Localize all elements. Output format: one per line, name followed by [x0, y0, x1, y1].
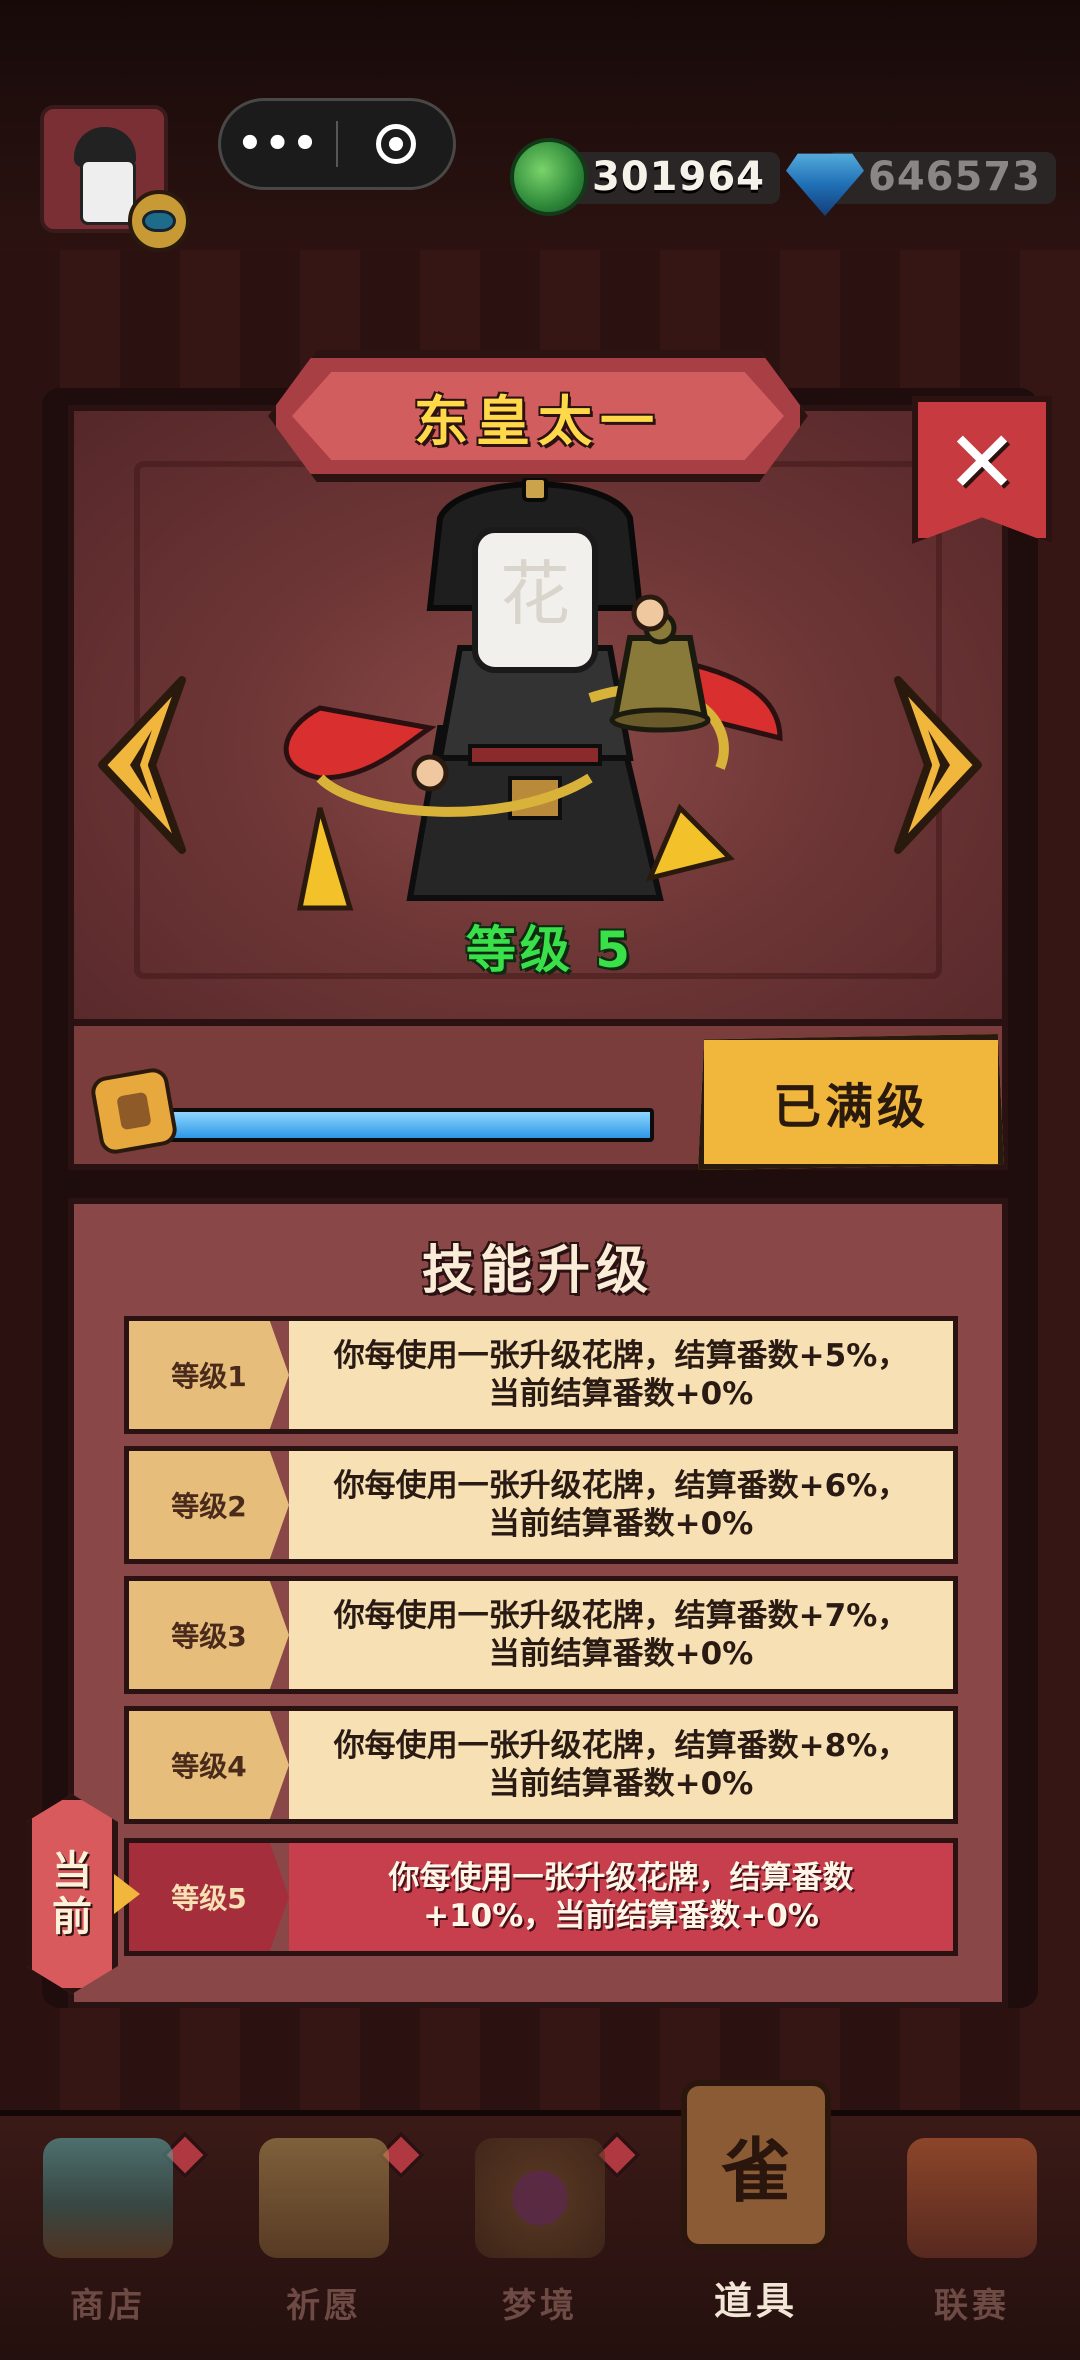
mahjong-tile-icon: 雀 [681, 2080, 831, 2250]
nav-item-league[interactable]: 联赛 [864, 2110, 1080, 2354]
skill-level-tag: 等级5 [129, 1843, 289, 1951]
nav-label: 祈愿 [286, 2286, 362, 2326]
character-name: 东皇太一 [414, 389, 662, 453]
more-button[interactable]: ••• [221, 121, 336, 167]
skill-row-3: 等级3 你每使用一张升级花牌，结算番数+7%， 当前结算番数+0% [124, 1576, 958, 1694]
skill-level-tag: 等级2 [129, 1451, 289, 1559]
trophy-icon [907, 2138, 1037, 2258]
close-icon: ✕ [945, 413, 1019, 513]
miniprogram-capsule: ••• [218, 98, 456, 190]
max-level-button[interactable]: 已满级 [698, 1034, 1004, 1170]
skill-title: 技能升级 [421, 1241, 654, 1301]
svg-text:花: 花 [500, 553, 570, 635]
portal-icon [475, 2138, 605, 2258]
nav-label: 道具 [713, 2279, 798, 2323]
skill-level-tag: 等级3 [129, 1581, 289, 1689]
prev-character-button[interactable] [92, 670, 192, 860]
skill-row-2: 等级2 你每使用一张升级花牌，结算番数+6%， 当前结算番数+0% [124, 1446, 958, 1564]
skill-description: 你每使用一张升级花牌，结算番数+8%， 当前结算番数+0% [289, 1711, 953, 1819]
skill-description: 你每使用一张升级花牌，结算番数+6%， 当前结算番数+0% [289, 1451, 953, 1559]
next-character-button[interactable] [888, 670, 988, 860]
skill-description: 你每使用一张升级花牌，结算番数 +10%，当前结算番数+0% [289, 1843, 953, 1951]
skill-level-tag: 等级1 [129, 1321, 289, 1429]
jade-value: 301964 [592, 154, 765, 200]
current-pointer-icon [114, 1874, 140, 1914]
eye-icon[interactable] [128, 190, 190, 252]
jade-currency: 301964 [510, 138, 780, 216]
xp-progress-fill [164, 1112, 650, 1138]
skill-row-1: 等级1 你每使用一张升级花牌，结算番数+5%， 当前结算番数+0% [124, 1316, 958, 1434]
nav-label: 梦境 [502, 2286, 578, 2326]
close-miniprogram-button[interactable] [338, 124, 453, 164]
skill-row-4: 等级4 你每使用一张升级花牌，结算番数+8%， 当前结算番数+0% [124, 1706, 958, 1824]
nav-label: 商店 [70, 2286, 146, 2326]
gem-currency: 646573 [786, 142, 1056, 216]
character-level: 等级 5 [465, 921, 635, 979]
xp-progress-bar [160, 1108, 654, 1142]
chevron-left-icon [98, 676, 186, 854]
nav-item-items[interactable]: 雀 道具 [648, 2080, 864, 2354]
shop-icon [43, 2138, 173, 2258]
nav-label: 联赛 [934, 2286, 1010, 2326]
skill-level-tag: 等级4 [129, 1711, 289, 1819]
nav-item-wish[interactable]: 祈愿 [216, 2110, 432, 2354]
character-illustration: 花 [283, 478, 783, 911]
gem-value: 646573 [868, 154, 1041, 200]
book-icon [259, 2138, 389, 2258]
chevron-right-icon [894, 676, 982, 854]
jade-icon [510, 138, 588, 216]
current-level-badge: 当 前 [26, 1794, 118, 1994]
puzzle-piece-icon [88, 1065, 180, 1157]
skill-description: 你每使用一张升级花牌，结算番数+5%， 当前结算番数+0% [289, 1321, 953, 1429]
current-badge-text: 当 前 [52, 1848, 92, 1940]
target-icon [375, 124, 416, 164]
diamond-icon [786, 153, 864, 216]
nav-item-dream[interactable]: 梦境 [432, 2110, 648, 2354]
skill-row-5-current: 等级5 你每使用一张升级花牌，结算番数 +10%，当前结算番数+0% [124, 1838, 958, 1956]
skill-description: 你每使用一张升级花牌，结算番数+7%， 当前结算番数+0% [289, 1581, 953, 1689]
nav-item-shop[interactable]: 商店 [0, 2110, 216, 2354]
